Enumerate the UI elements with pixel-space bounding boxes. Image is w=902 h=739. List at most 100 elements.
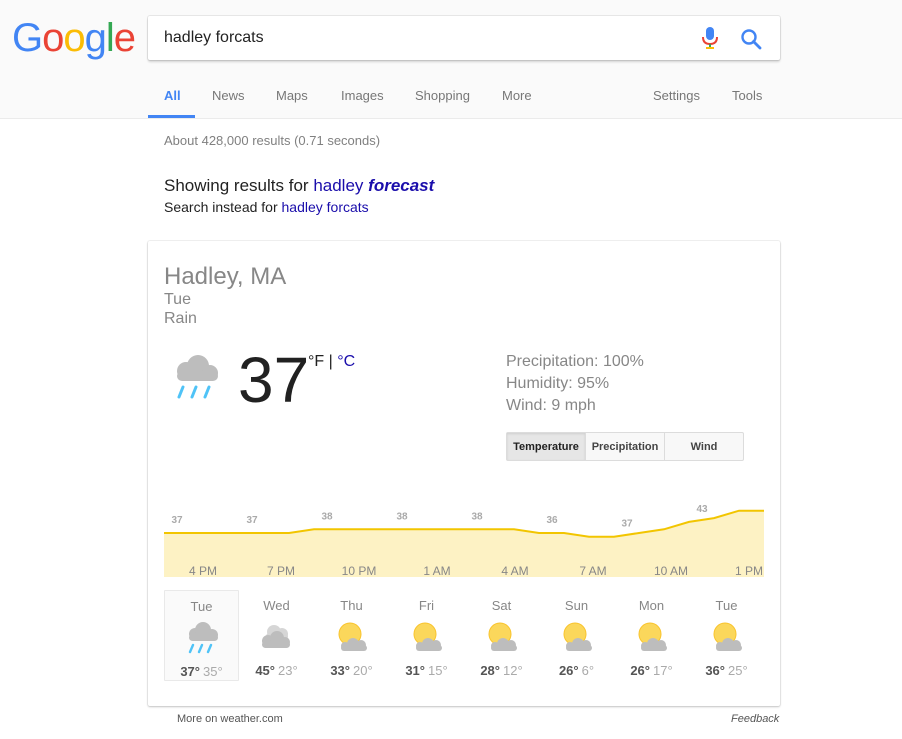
temperature-label: 38	[471, 511, 483, 522]
logo-letter: g	[84, 16, 107, 60]
tab-shopping[interactable]: Shopping	[415, 88, 470, 103]
logo-letter: o	[42, 16, 64, 60]
tab-all[interactable]: All	[164, 88, 181, 103]
partly-cloudy-icon	[631, 617, 671, 657]
forecast-low: 12°	[503, 663, 523, 678]
forecast-day[interactable]: Tue 36° 25°	[689, 590, 764, 681]
microphone-icon[interactable]	[701, 26, 719, 50]
forecast-high: 37°	[180, 664, 200, 679]
search-header: Google All News Maps Images Shopping Mor…	[0, 0, 902, 119]
wind-button[interactable]: Wind	[665, 433, 743, 460]
temperature-label: 37	[246, 515, 258, 526]
temperature-label: 38	[396, 511, 408, 522]
weather-day: Tue	[164, 291, 191, 308]
hour-label: 1 PM	[734, 564, 764, 578]
showing-results-line: Showing results for hadley forecast	[164, 176, 434, 196]
search-box	[148, 16, 780, 60]
forecast-day-name: Tue	[190, 599, 213, 614]
temperature-chart[interactable]: 37 37 38 38 38 36 37 43	[164, 477, 764, 577]
search-instead-prefix: Search instead for	[164, 199, 278, 215]
partly-cloudy-icon	[706, 617, 746, 657]
forecast-day[interactable]: Sun 26° 6°	[539, 590, 614, 681]
tab-settings[interactable]: Settings	[653, 88, 700, 103]
tab-maps[interactable]: Maps	[276, 88, 308, 103]
search-tabs: All News Maps Images Shopping More Setti…	[0, 80, 902, 119]
rain-icon	[182, 618, 222, 658]
weather-location: Hadley, MA	[164, 263, 287, 290]
temperature-label: 37	[171, 515, 183, 526]
forecast-low: 35°	[203, 664, 223, 679]
forecast-day[interactable]: Wed 45° 23°	[239, 590, 314, 681]
forecast-high: 45°	[255, 663, 275, 678]
forecast-low: 6°	[581, 663, 595, 678]
weather-card: Hadley, MA Tue Rain 37 °F | °C Precipita…	[148, 241, 780, 706]
cloudy-icon	[256, 617, 296, 657]
partly-cloudy-icon	[556, 617, 596, 657]
partly-cloudy-icon	[406, 617, 446, 657]
forecast-high: 33°	[330, 663, 350, 678]
forecast-day[interactable]: Fri 31° 15°	[389, 590, 464, 681]
precipitation-button[interactable]: Precipitation	[586, 433, 665, 460]
corrected-query-bold: forecast	[368, 176, 435, 195]
forecast-day-name: Thu	[340, 598, 363, 613]
forecast-day[interactable]: Thu 33° 20°	[314, 590, 389, 681]
hour-label: 1 AM	[423, 564, 451, 578]
forecast-day-name: Fri	[418, 598, 435, 613]
search-icon[interactable]	[740, 28, 762, 50]
feedback-link[interactable]: Feedback	[731, 713, 779, 725]
weather-condition: Rain	[164, 310, 197, 327]
forecast-day[interactable]: Mon 26° 17°	[614, 590, 689, 681]
forecast-temps: 33° 20°	[314, 663, 389, 678]
search-instead-line: Search instead for hadley forcats	[164, 197, 434, 217]
hour-label: 10 AM	[653, 564, 689, 578]
original-query-link[interactable]: hadley forcats	[282, 199, 369, 215]
chart-mode-selector: Temperature Precipitation Wind	[506, 432, 744, 461]
forecast-day-name: Sun	[564, 598, 589, 613]
logo-letter: e	[113, 16, 136, 60]
partly-cloudy-icon	[331, 617, 371, 657]
forecast-temps: 45° 23°	[239, 663, 314, 678]
tab-tools[interactable]: Tools	[732, 88, 762, 103]
forecast-day-name: Tue	[715, 598, 738, 613]
active-tab-indicator	[148, 115, 195, 118]
corrected-query-plain: hadley	[313, 176, 364, 195]
forecast-day[interactable]: Tue 37° 35°	[164, 590, 239, 681]
forecast-low: 17°	[653, 663, 673, 678]
daily-forecast: Tue 37° 35° Wed 45° 23° Thu 33° 20° Fri 31° 15° Sat 2…	[164, 590, 764, 681]
tab-news[interactable]: News	[212, 88, 245, 103]
search-input[interactable]	[164, 16, 684, 60]
corrected-query-link[interactable]: hadley forecast	[313, 176, 434, 195]
unit-separator: |	[324, 353, 338, 370]
tab-more[interactable]: More	[502, 88, 532, 103]
tab-images[interactable]: Images	[341, 88, 384, 103]
spelling-correction: Showing results for hadley forecast Sear…	[164, 176, 434, 217]
forecast-low: 23°	[278, 663, 298, 678]
hour-label: 4 PM	[188, 564, 218, 578]
forecast-day-name: Wed	[263, 598, 290, 613]
forecast-temps: 28° 12°	[464, 663, 539, 678]
forecast-temps: 26° 6°	[539, 663, 614, 678]
humidity-value: Humidity: 95%	[506, 375, 610, 392]
logo-letter: l	[105, 16, 115, 60]
rain-icon	[177, 355, 218, 399]
forecast-temps: 37° 35°	[165, 664, 238, 679]
google-logo[interactable]: Google	[12, 16, 136, 61]
forecast-high: 26°	[630, 663, 650, 678]
temperature-button[interactable]: Temperature	[507, 433, 586, 460]
forecast-day-name: Sat	[491, 598, 512, 613]
forecast-day[interactable]: Sat 28° 12°	[464, 590, 539, 681]
forecast-high: 28°	[480, 663, 500, 678]
forecast-low: 15°	[428, 663, 448, 678]
more-on-weather-link[interactable]: More on weather.com	[177, 713, 283, 725]
hour-label: 10 PM	[341, 564, 377, 578]
showing-results-prefix: Showing results for	[164, 176, 309, 195]
precipitation-value: Precipitation: 100%	[506, 353, 644, 370]
hour-label: 4 AM	[501, 564, 529, 578]
partly-cloudy-icon	[481, 617, 521, 657]
forecast-high: 26°	[558, 663, 579, 678]
hour-label: 7 PM	[266, 564, 296, 578]
unit-celsius-link[interactable]: °C	[337, 353, 355, 370]
hour-axis: 4 PM 7 PM 10 PM 1 AM 4 AM 7 AM 10 AM 1 PM	[164, 564, 764, 580]
wind-value: Wind: 9 mph	[506, 397, 596, 414]
result-stats: About 428,000 results (0.71 seconds)	[164, 133, 381, 148]
